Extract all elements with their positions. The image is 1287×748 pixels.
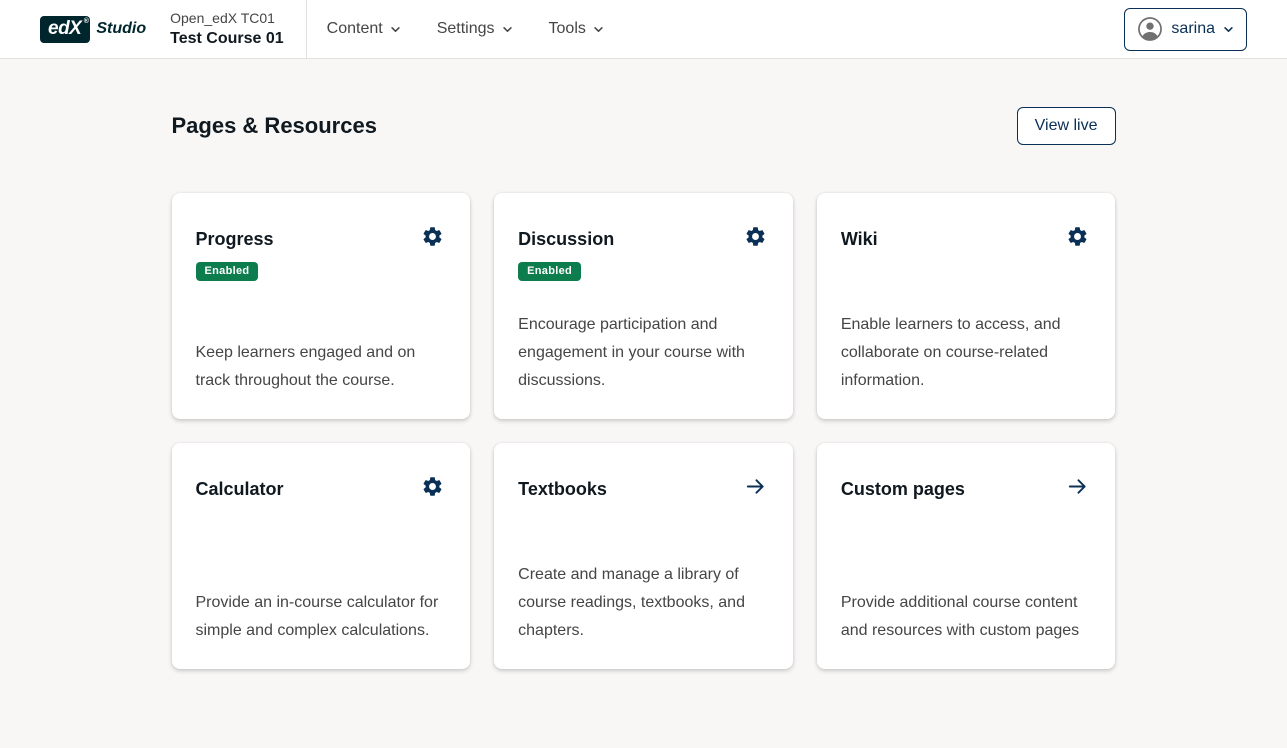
calculator-settings-button[interactable]: [421, 475, 444, 498]
card-description: Enable learners to access, and collabora…: [841, 311, 1092, 395]
nav-tools-dropdown[interactable]: Tools: [549, 20, 604, 38]
status-badge: Enabled: [518, 262, 581, 281]
card-progress[interactable]: Progress Enabled Keep learners engaged a…: [172, 193, 471, 419]
card-title: Discussion: [518, 229, 614, 250]
edx-logo-mark: edX ®: [40, 16, 90, 43]
card-custom-pages[interactable]: Custom pages Provide additional course c…: [817, 443, 1116, 669]
studio-logo-text: Studio: [96, 20, 146, 38]
gear-icon: [421, 225, 444, 248]
course-title-label: Test Course 01: [170, 28, 284, 50]
card-title: Calculator: [196, 479, 284, 500]
card-head: Textbooks: [518, 479, 769, 500]
status-badge: Enabled: [196, 262, 259, 281]
gear-icon: [1066, 225, 1089, 248]
user-menu-button[interactable]: sarina: [1124, 8, 1247, 51]
card-textbooks[interactable]: Textbooks Create and manage a library of…: [494, 443, 793, 669]
card-description: Provide an in-course calculator for simp…: [196, 589, 447, 645]
arrow-icon: [1066, 475, 1089, 498]
card-calculator[interactable]: Calculator Provide an in-course calculat…: [172, 443, 471, 669]
card-head: Custom pages: [841, 479, 1092, 500]
nav-content-label: Content: [327, 20, 383, 38]
card-description: Create and manage a library of course re…: [518, 561, 769, 645]
chevron-down-icon: [593, 24, 604, 35]
progress-settings-button[interactable]: [421, 225, 444, 248]
arrow-icon: [744, 475, 767, 498]
card-title: Progress: [196, 229, 274, 250]
username-label: sarina: [1171, 20, 1215, 38]
page-title: Pages & Resources: [172, 113, 377, 139]
course-org-label: Open_edX TC01: [170, 9, 284, 28]
gear-icon: [421, 475, 444, 498]
card-description: Provide additional course content and re…: [841, 589, 1092, 645]
card-title: Textbooks: [518, 479, 607, 500]
nav-settings-dropdown[interactable]: Settings: [437, 20, 513, 38]
textbooks-open-button[interactable]: [744, 475, 767, 498]
chevron-down-icon: [1223, 24, 1234, 35]
custom-pages-open-button[interactable]: [1066, 475, 1089, 498]
card-head: Wiki: [841, 229, 1092, 250]
card-head: Progress: [196, 229, 447, 250]
chevron-down-icon: [390, 24, 401, 35]
header-spacer: [604, 0, 1125, 58]
view-live-button[interactable]: View live: [1017, 107, 1116, 145]
card-description: Keep learners engaged and on track throu…: [196, 339, 447, 395]
card-head: Calculator: [196, 479, 447, 500]
gear-icon: [744, 225, 767, 248]
nav-tools-label: Tools: [549, 20, 586, 38]
wiki-settings-button[interactable]: [1066, 225, 1089, 248]
chevron-down-icon: [502, 24, 513, 35]
card-discussion[interactable]: Discussion Enabled Encourage participati…: [494, 193, 793, 419]
top-header: edX ® Studio Open_edX TC01 Test Course 0…: [0, 0, 1287, 59]
edx-studio-logo[interactable]: edX ® Studio: [40, 16, 146, 43]
page-title-row: Pages & Resources View live: [172, 59, 1116, 145]
nav-content-dropdown[interactable]: Content: [327, 20, 401, 38]
nav-settings-label: Settings: [437, 20, 495, 38]
card-title: Wiki: [841, 229, 878, 250]
card-wiki[interactable]: Wiki Enable learners to access, and coll…: [817, 193, 1116, 419]
course-info-link[interactable]: Open_edX TC01 Test Course 01: [170, 0, 284, 58]
pages-resources-grid: Progress Enabled Keep learners engaged a…: [172, 193, 1116, 669]
discussion-settings-button[interactable]: [744, 225, 767, 248]
edx-logo-text: edX: [48, 19, 81, 38]
avatar-icon: [1137, 16, 1163, 42]
card-description: Encourage participation and engagement i…: [518, 311, 769, 395]
registered-mark: ®: [84, 18, 89, 25]
card-title: Custom pages: [841, 479, 965, 500]
main-content: Pages & Resources View live Progress Ena…: [172, 59, 1116, 669]
main-nav: Content Settings Tools: [306, 0, 604, 58]
card-head: Discussion: [518, 229, 769, 250]
